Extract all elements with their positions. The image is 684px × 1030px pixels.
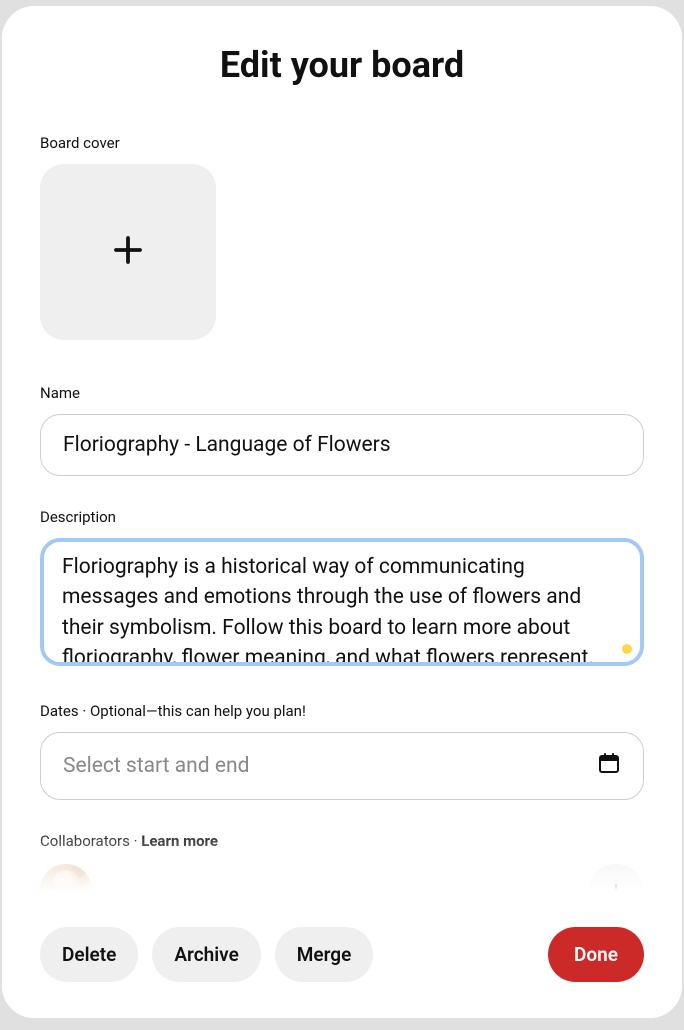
name-label: Name (40, 384, 644, 402)
name-section: Name (40, 384, 644, 476)
calendar-icon (597, 751, 621, 781)
collaborators-label: Collaborators (40, 832, 130, 850)
edit-board-modal: Edit your board Board cover Name Descrip… (2, 6, 682, 1018)
delete-button[interactable]: Delete (40, 927, 138, 982)
name-input[interactable] (40, 414, 644, 476)
dates-picker[interactable]: Select start and end (40, 732, 644, 800)
modal-footer: Delete Archive Merge Done (2, 907, 682, 1018)
collaborators-label-row: Collaborators · Learn more (40, 832, 644, 850)
dates-section: Dates · Optional—this can help you plan!… (40, 702, 644, 800)
plus-icon (110, 232, 146, 272)
merge-button[interactable]: Merge (275, 927, 374, 982)
board-cover-label: Board cover (40, 134, 644, 152)
learn-more-link[interactable]: Learn more (141, 832, 218, 850)
dates-placeholder: Select start and end (63, 754, 249, 778)
description-label: Description (40, 508, 644, 526)
modal-title: Edit your board (40, 44, 644, 86)
archive-button[interactable]: Archive (152, 927, 260, 982)
indicator-dot-icon (622, 644, 632, 654)
board-cover-section: Board cover (40, 134, 644, 340)
board-cover-picker[interactable] (40, 164, 216, 340)
dates-label: Dates · Optional—this can help you plan! (40, 702, 644, 720)
collaborators-separator: · (130, 832, 141, 850)
description-section: Description Floriography is a historical… (40, 508, 644, 670)
description-textarea[interactable]: Floriography is a historical way of comm… (40, 538, 644, 666)
done-button[interactable]: Done (548, 927, 644, 982)
